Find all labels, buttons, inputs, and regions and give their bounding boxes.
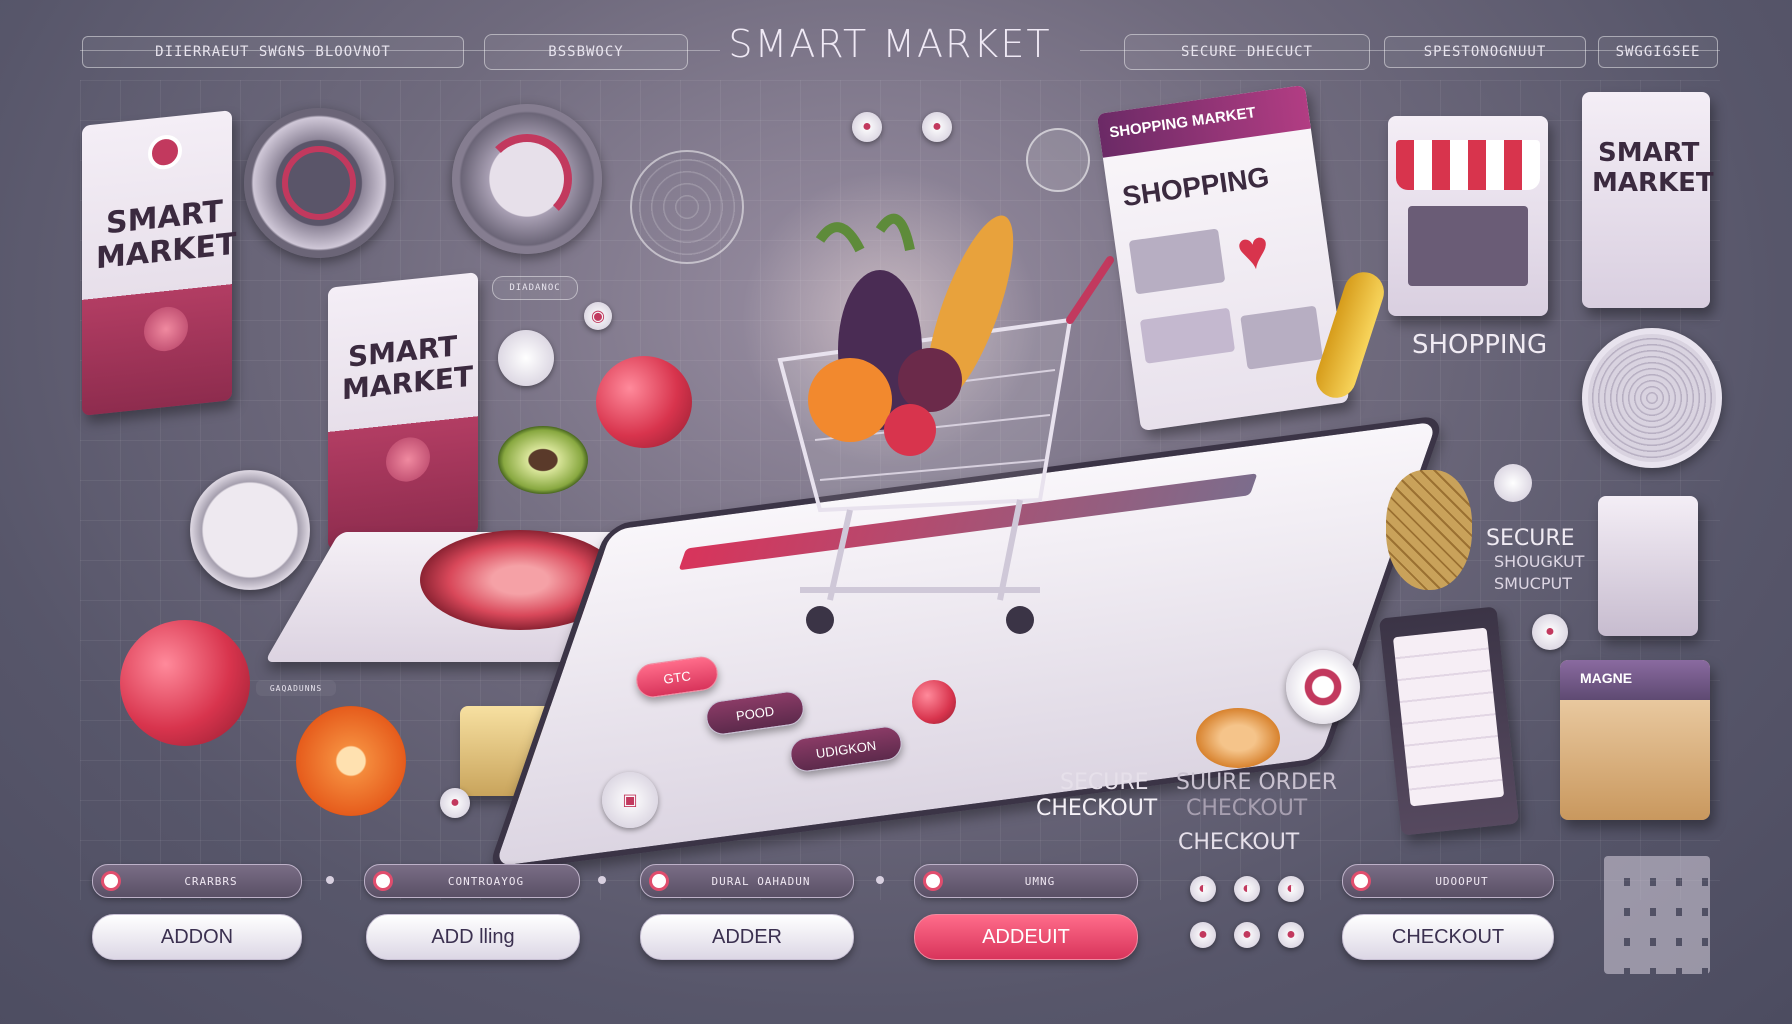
shopping-cart-icon: [777, 213, 1114, 634]
smart-market-bag-center-left: SMART MARKET: [328, 272, 478, 550]
small-dot-icon[interactable]: ●: [440, 788, 470, 818]
step-bar-2-label: CONTROAYOG: [447, 874, 525, 888]
red-apple-icon: [120, 620, 250, 746]
step-bar-4[interactable]: UMNG: [914, 864, 1138, 898]
step-bar-3-label: DURAL OAHADUN: [711, 874, 811, 888]
shopping-label: SHOPPING: [1412, 330, 1548, 360]
step-bar-1-label: CRARBRS: [184, 874, 238, 888]
step-bar-4-label: UMNG: [1024, 874, 1056, 888]
secure-label-3: SMUCPUT: [1494, 574, 1572, 593]
apple-icon: [596, 356, 692, 448]
smart-market-bag-right: SMART MARKET: [1582, 92, 1714, 308]
bag-fruit-icon: [144, 304, 188, 354]
checkout-button[interactable]: CHECKOUT: [1342, 914, 1554, 960]
bag3-title-line2: MARKET: [1592, 168, 1714, 198]
header-tab-5[interactable]: SWGGIGSEE: [1598, 36, 1718, 68]
side-dot-icon[interactable]: ●: [1532, 614, 1568, 650]
control-icon-6[interactable]: ●: [1278, 922, 1304, 948]
shop-window-card: SHOPPING MARKET SHOPPING ♥: [1096, 84, 1350, 432]
checkout-secure-label: SECURE: [1060, 770, 1149, 795]
header-tab-1[interactable]: DIIERRAEUT SWGNS BLOOVNOT: [82, 36, 464, 68]
checkout-order-label: SUURE ORDER: [1176, 770, 1338, 795]
step-bar-3[interactable]: DURAL OAHADUN: [640, 864, 854, 898]
step-bar-5[interactable]: UDOOPUT: [1342, 864, 1554, 898]
step-node: [876, 876, 884, 884]
control-icon-4[interactable]: ●: [1190, 922, 1216, 948]
checkout-label-3: CHECKOUT: [1178, 830, 1300, 855]
cardboard-box-icon: MAGNE: [1560, 660, 1710, 820]
control-icon-2[interactable]: ◐: [1234, 876, 1260, 902]
shop-heading: SHOPPING: [1120, 160, 1272, 213]
bag-handle-icon: [148, 133, 182, 171]
payment-icon[interactable]: ▣: [602, 772, 658, 828]
header-tab-2[interactable]: BSSBWOCY: [484, 34, 688, 70]
secure-label-2: SHOUGKUT: [1494, 552, 1585, 571]
bag2-fruit-icon: [386, 435, 430, 484]
control-icon-3[interactable]: ◐: [1278, 876, 1304, 902]
card-badge-icon[interactable]: [1286, 650, 1360, 724]
step-bar-1[interactable]: CRARBRS: [92, 864, 302, 898]
control-icon-1[interactable]: ◐: [1190, 876, 1216, 902]
cherry-icon: [912, 680, 956, 724]
addon-button[interactable]: ADDON: [92, 914, 302, 960]
checkout-label-1: CHECKOUT: [1036, 796, 1158, 821]
stacked-boxes-icon: [1598, 496, 1698, 636]
small-round-icon[interactable]: ◉: [584, 302, 612, 330]
tag-diadanoc: DIADANOC: [492, 276, 578, 300]
web-target-icon: [630, 150, 744, 264]
heart-icon: ♥: [1233, 218, 1274, 283]
avocado-icon: [498, 426, 588, 494]
record-icon-2[interactable]: ●: [922, 112, 952, 142]
box-label: MAGNE: [1580, 670, 1633, 686]
tiny-badge-icon: [1494, 464, 1532, 502]
add-lling-button[interactable]: ADD lling: [366, 914, 580, 960]
storefront-icon: [1388, 116, 1548, 316]
step-bar-5-label: UDOOPUT: [1435, 874, 1489, 888]
product-scanner-icon: [452, 104, 602, 254]
step-node: [326, 876, 334, 884]
page-title: SMART MARKET: [728, 22, 1052, 66]
header-tab-3[interactable]: SECURE DHECUCT: [1124, 34, 1370, 70]
secure-label: SECURE: [1486, 526, 1575, 551]
adder-button[interactable]: ADDER: [640, 914, 854, 960]
addeuit-button[interactable]: ADDEUIT: [914, 914, 1138, 960]
keypad-icon[interactable]: [1604, 856, 1710, 974]
header-tab-4[interactable]: SPESTONOGNUUT: [1384, 36, 1586, 68]
dashboard-dial-icon: [244, 108, 394, 258]
checkout-label-2: CHECKOUT: [1186, 796, 1308, 821]
speaker-dial-icon: [1582, 328, 1722, 468]
heart-badge-icon[interactable]: [498, 330, 554, 386]
control-icon-5[interactable]: ●: [1234, 922, 1260, 948]
phone-device-icon: [1378, 606, 1520, 836]
coin-icon: [1196, 708, 1280, 768]
record-icon-1[interactable]: ●: [852, 112, 882, 142]
smart-market-bag-left: SMART MARKET: [82, 110, 236, 416]
orange-slice-icon: [296, 706, 406, 816]
clock-icon: [190, 470, 310, 590]
tag-gaqadunns: GAQADUNNS: [256, 680, 336, 696]
bag3-title-line1: SMART: [1598, 138, 1700, 168]
step-bar-2[interactable]: CONTROAYOG: [364, 864, 580, 898]
info-badge-icon: [1026, 128, 1090, 192]
pineapple-icon: [1386, 470, 1472, 590]
step-node: [598, 876, 606, 884]
